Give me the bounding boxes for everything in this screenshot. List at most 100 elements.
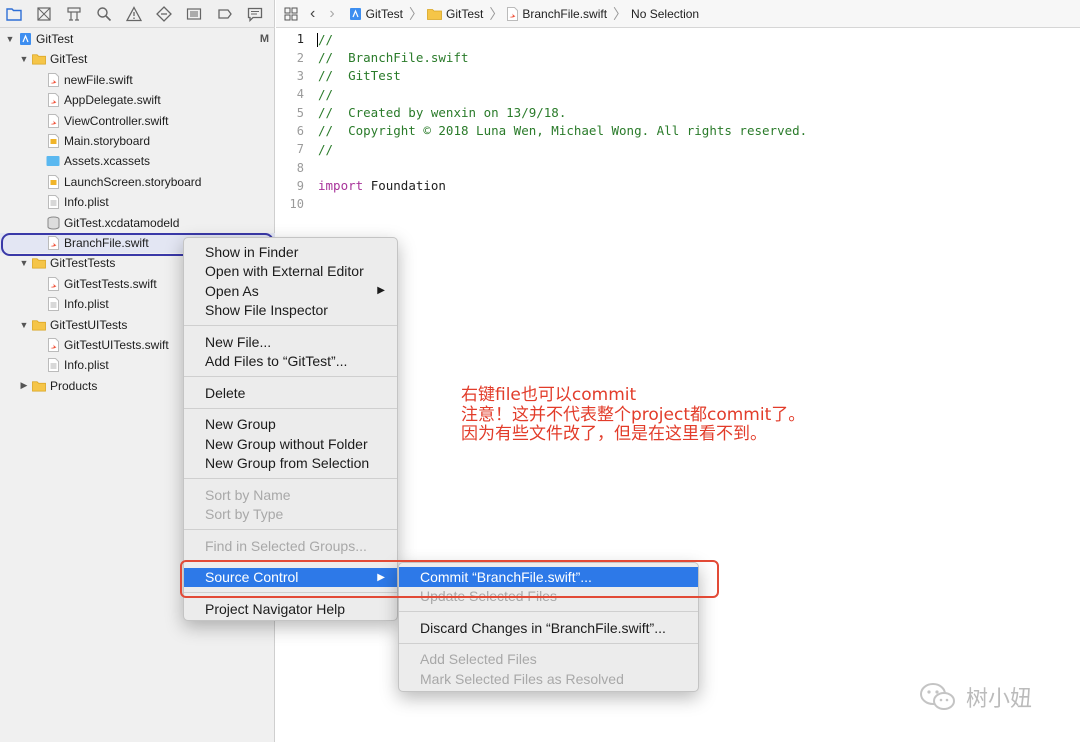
code-line[interactable]: 3 // GitTest (276, 67, 1080, 85)
code-line[interactable]: 9 import Foundation (276, 177, 1080, 195)
swift-file-icon (46, 338, 60, 352)
menu-item[interactable]: New File... (184, 332, 397, 352)
menu-item-label: Open with External Editor (205, 263, 364, 280)
disclosure-triangle-icon[interactable]: ▼ (18, 53, 30, 65)
menu-item[interactable]: Open As ▶ (184, 281, 397, 301)
folder-icon (32, 256, 46, 270)
folder-icon (32, 379, 46, 393)
tree-item[interactable]: ▼ GitTest (0, 49, 275, 69)
menu-item-label: New Group without Folder (205, 435, 368, 452)
code-line[interactable]: 1 // (276, 30, 1080, 48)
jumpbar-file-label: BranchFile.swift (522, 6, 608, 21)
tree-item[interactable]: LaunchScreen.storyboard (0, 172, 275, 192)
disclosure-triangle-icon[interactable]: ▼ (18, 257, 30, 269)
search-icon[interactable] (94, 4, 114, 24)
tree-item[interactable]: ▼ GitTest M (0, 29, 275, 49)
code-line[interactable]: 7 // (276, 140, 1080, 158)
menu-item[interactable]: New Group (184, 415, 397, 435)
menu-item[interactable]: Discard Changes in “BranchFile.swift”... (399, 618, 698, 638)
tree-item[interactable]: ViewController.swift (0, 111, 275, 131)
line-number: 9 (296, 178, 304, 193)
tree-item[interactable]: newFile.swift (0, 70, 275, 90)
disclosure-triangle-icon[interactable]: ▼ (4, 33, 16, 45)
line-number: 2 (296, 50, 304, 65)
menu-item-label: Mark Selected Files as Resolved (420, 670, 624, 687)
menu-item[interactable]: Add Files to “GitTest”... (184, 352, 397, 372)
asset-catalog-icon (46, 154, 60, 168)
test-icon[interactable] (155, 4, 175, 24)
source-control-icon[interactable] (34, 4, 54, 24)
wechat-icon (920, 683, 955, 710)
menu-item[interactable]: Delete (184, 383, 397, 403)
line-number: 1 (296, 32, 304, 47)
menu-item-label: Add Files to “GitTest”... (205, 353, 348, 370)
hierarchy-icon[interactable] (64, 4, 84, 24)
menu-item-label: Show File Inspector (205, 302, 328, 319)
menu-item-label: Find in Selected Groups... (205, 537, 367, 554)
jumpbar-project[interactable]: GitTest (349, 7, 403, 21)
menu-item[interactable]: New Group from Selection (184, 454, 397, 474)
swift-file-icon (46, 113, 60, 128)
debug-icon[interactable] (185, 4, 205, 24)
tree-item-label: GitTest (50, 52, 88, 67)
code-line[interactable]: 8 (276, 158, 1080, 176)
line-number: 4 (296, 87, 304, 102)
back-arrow-icon[interactable]: ‹ (310, 5, 315, 23)
tree-item[interactable]: Main.storyboard (0, 131, 275, 151)
menu-item-label: Project Navigator Help (205, 600, 346, 617)
code-line[interactable]: 2 // BranchFile.swift (276, 48, 1080, 66)
warning-icon[interactable] (124, 4, 144, 24)
tree-item-label: GitTest (36, 32, 74, 46)
menu-separator (184, 478, 397, 479)
line-number: 8 (296, 160, 304, 175)
menu-item[interactable]: Project Navigator Help (184, 599, 397, 619)
tree-item-label: GitTest.xcdatamodeld (64, 215, 180, 230)
jumpbar-group-label: GitTest (446, 6, 484, 21)
tree-item[interactable]: Info.plist (0, 192, 275, 212)
jumpbar-group[interactable]: GitTest (427, 7, 483, 21)
code-line[interactable]: 6 // Copyright © 2018 Luna Wen, Michael W… (276, 122, 1080, 140)
related-items-icon[interactable] (284, 7, 298, 21)
menu-item-label: New Group from Selection (205, 455, 370, 472)
menu-item[interactable]: Show in Finder (184, 242, 397, 262)
jump-bar: ‹ › GitTest 〉 GitTest 〉 BranchFile.swift… (276, 0, 1080, 28)
storyboard-icon (46, 174, 60, 189)
jumpbar-symbol-label: No Selection (631, 6, 700, 21)
breakpoint-icon[interactable] (215, 4, 235, 24)
code-line[interactable]: 4 // (276, 85, 1080, 103)
menu-item[interactable]: Open with External Editor (184, 262, 397, 282)
tree-item-label: ViewController.swift (64, 113, 169, 128)
forward-arrow-icon[interactable]: › (329, 5, 334, 23)
tree-item[interactable]: AppDelegate.swift (0, 90, 275, 110)
swift-file-icon (507, 6, 519, 21)
menu-item-label: New File... (205, 333, 272, 350)
menu-item[interactable]: Show File Inspector (184, 301, 397, 321)
keyword: import (318, 178, 364, 194)
folder-icon (32, 318, 46, 332)
tree-item[interactable]: Assets.xcassets (0, 151, 275, 171)
swift-file-icon (46, 236, 60, 250)
navigator-toolbar (0, 0, 275, 28)
report-icon[interactable] (245, 4, 265, 24)
swift-file-icon (46, 276, 60, 291)
menu-item-label: Sort by Name (205, 486, 291, 503)
jumpbar-file[interactable]: BranchFile.swift (507, 6, 608, 21)
code-text: // BranchFile.swift (318, 50, 469, 66)
menu-item[interactable]: New Group without Folder (184, 434, 397, 454)
code-line[interactable]: 10 (276, 195, 1080, 213)
code-text: // Created by wenxin on 13/9/18. (318, 105, 567, 121)
tree-item-label: LaunchScreen.storyboard (64, 174, 202, 189)
tree-item[interactable]: GitTest.xcdatamodeld (0, 213, 275, 233)
annotation-text: 右键file也可以commit 注意！这并不代表整个project都commit… (461, 385, 805, 445)
menu-item-label: Show in Finder (205, 243, 299, 260)
code-text: // (318, 86, 334, 102)
code-line[interactable]: 5 // Created by wenxin on 13/9/18. (276, 103, 1080, 121)
jumpbar-symbol[interactable]: No Selection (631, 7, 699, 21)
disclosure-triangle-icon[interactable]: ▶ (18, 380, 30, 392)
watermark-text: 树小妞 (966, 687, 1033, 712)
code-text: // Copyright © 2018 Luna Wen, Michael Wo… (318, 123, 808, 139)
disclosure-triangle-icon[interactable]: ▼ (18, 319, 30, 331)
tree-item-label: GitTestUITests (50, 317, 128, 332)
folder-icon[interactable] (4, 4, 24, 24)
datamodel-icon (46, 216, 60, 230)
